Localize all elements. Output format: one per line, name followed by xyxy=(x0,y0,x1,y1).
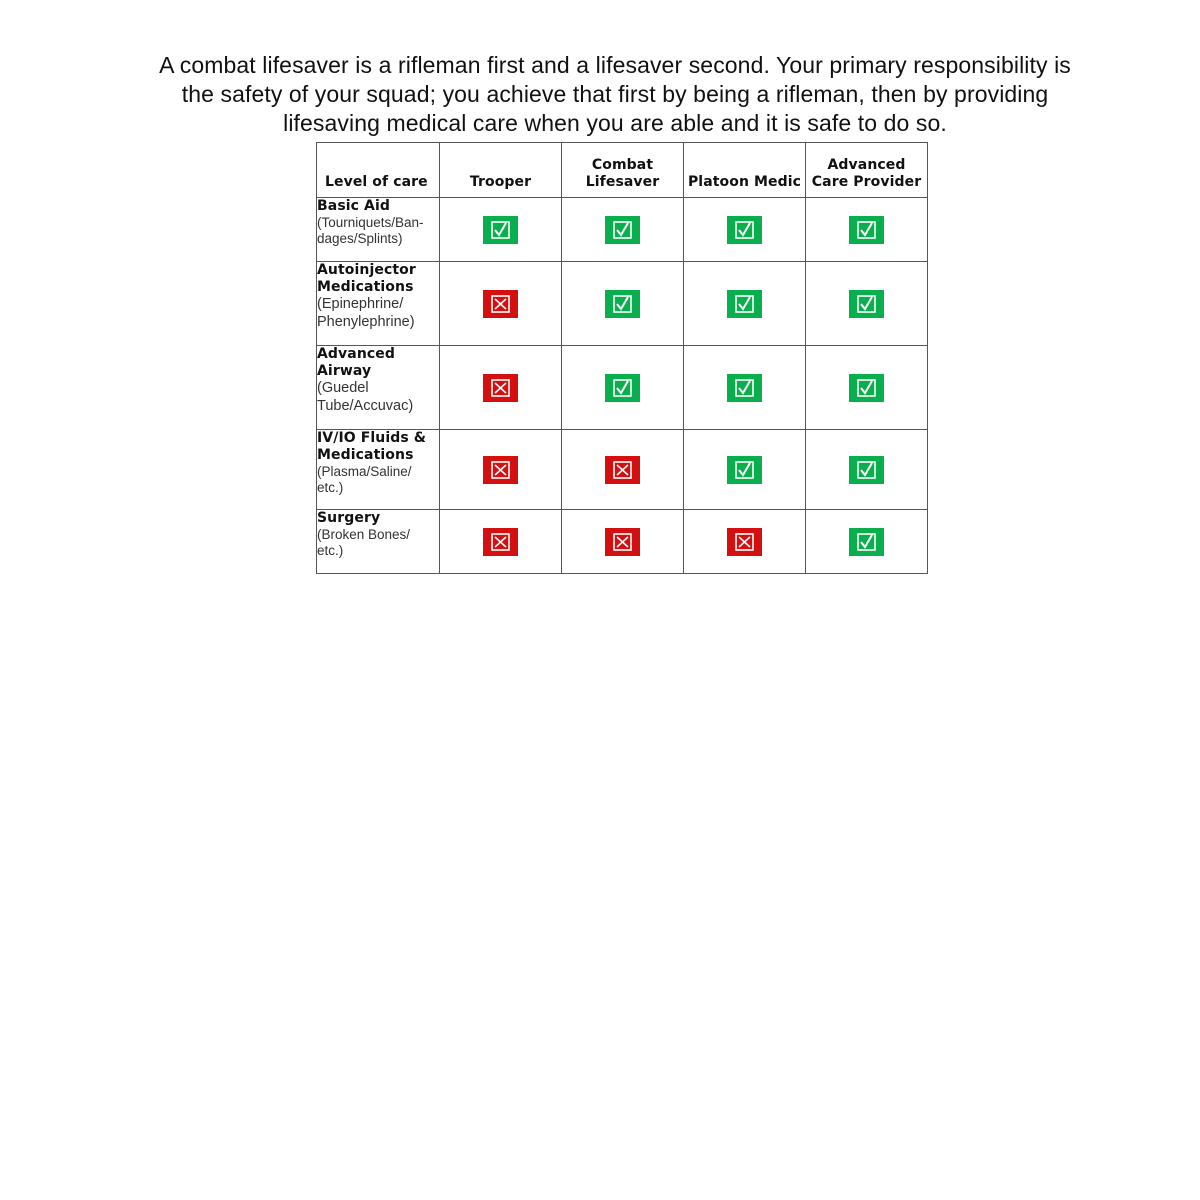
mark-cell xyxy=(805,509,928,574)
crossed-box-icon xyxy=(605,527,640,556)
mark-cell xyxy=(805,261,928,346)
checked-box-icon xyxy=(727,373,762,402)
crossed-box-icon xyxy=(605,455,640,484)
row-detail: (Plasma/Saline/ etc.) xyxy=(317,464,412,495)
row-detail: (Broken Bones/ etc.) xyxy=(317,527,411,558)
mark-cell xyxy=(561,197,684,262)
row-label: IV/IO Fluids & Medications xyxy=(317,430,427,463)
mark-cell xyxy=(561,429,684,510)
table-row: Basic Aid (Tourniquets/Ban-dages/Splints… xyxy=(316,197,928,262)
checked-box-icon xyxy=(849,289,884,318)
mark-cell xyxy=(561,345,684,430)
mark-cell xyxy=(439,345,562,430)
checked-box-icon xyxy=(605,373,640,402)
checked-box-icon xyxy=(483,215,518,244)
row-label-cell: Surgery (Broken Bones/ etc.) xyxy=(316,509,440,574)
intro-paragraph: A combat lifesaver is a rifleman first a… xyxy=(159,52,1071,136)
checked-box-icon xyxy=(727,215,762,244)
header-trooper: Trooper xyxy=(439,142,562,198)
table-row: IV/IO Fluids & Medications (Plasma/Salin… xyxy=(316,429,928,510)
row-detail: (Tourniquets/Ban-dages/Splints) xyxy=(317,215,424,246)
row-label: Basic Aid xyxy=(317,198,390,214)
mark-cell xyxy=(439,509,562,574)
crossed-box-icon xyxy=(483,527,518,556)
mark-cell xyxy=(683,429,806,510)
checked-box-icon xyxy=(727,289,762,318)
mark-cell xyxy=(439,197,562,262)
row-label-cell: Autoinjector Medications (Epinephrine/ P… xyxy=(316,261,440,346)
mark-cell xyxy=(439,429,562,510)
checked-box-icon xyxy=(605,215,640,244)
row-detail: (Guedel Tube/Accuvac) xyxy=(317,380,414,414)
row-label: Autoinjector Medications xyxy=(317,262,416,295)
row-label-cell: IV/IO Fluids & Medications (Plasma/Salin… xyxy=(316,429,440,510)
checked-box-icon xyxy=(849,373,884,402)
mark-cell xyxy=(683,509,806,574)
mark-cell xyxy=(561,509,684,574)
row-label-cell: Advanced Airway (Guedel Tube/Accuvac) xyxy=(316,345,440,430)
mark-cell xyxy=(683,261,806,346)
header-combat-lifesaver-text: Combat Lifesaver xyxy=(585,157,660,190)
header-row: Level of care Trooper Combat Lifesaver P… xyxy=(316,142,928,198)
level-of-care-table: Level of care Trooper Combat Lifesaver P… xyxy=(316,142,928,574)
mark-cell xyxy=(683,345,806,430)
row-label-cell: Basic Aid (Tourniquets/Ban-dages/Splints… xyxy=(316,197,440,262)
row-detail: (Epinephrine/ Phenylephrine) xyxy=(317,296,415,330)
header-advanced-care-provider: Advanced Care Provider xyxy=(805,142,928,198)
crossed-box-icon xyxy=(483,373,518,402)
mark-cell xyxy=(561,261,684,346)
checked-box-icon xyxy=(849,455,884,484)
checked-box-icon xyxy=(849,527,884,556)
mark-cell xyxy=(805,429,928,510)
mark-cell xyxy=(805,345,928,430)
checked-box-icon xyxy=(727,455,762,484)
checked-box-icon xyxy=(849,215,884,244)
row-label: Advanced Airway xyxy=(317,346,396,379)
header-combat-lifesaver: Combat Lifesaver xyxy=(561,142,684,198)
table-row: Surgery (Broken Bones/ etc.) xyxy=(316,509,928,574)
checked-box-icon xyxy=(605,289,640,318)
mark-cell xyxy=(805,197,928,262)
mark-cell xyxy=(439,261,562,346)
header-platoon-medic: Platoon Medic xyxy=(683,142,806,198)
header-level-of-care: Level of care xyxy=(316,142,440,198)
crossed-box-icon xyxy=(483,455,518,484)
header-advanced-care-provider-text: Advanced Care Provider xyxy=(811,157,922,190)
crossed-box-icon xyxy=(483,289,518,318)
table-row: Advanced Airway (Guedel Tube/Accuvac) xyxy=(316,345,928,430)
row-label: Surgery xyxy=(317,510,381,526)
mark-cell xyxy=(683,197,806,262)
table-row: Autoinjector Medications (Epinephrine/ P… xyxy=(316,261,928,346)
crossed-box-icon xyxy=(727,527,762,556)
